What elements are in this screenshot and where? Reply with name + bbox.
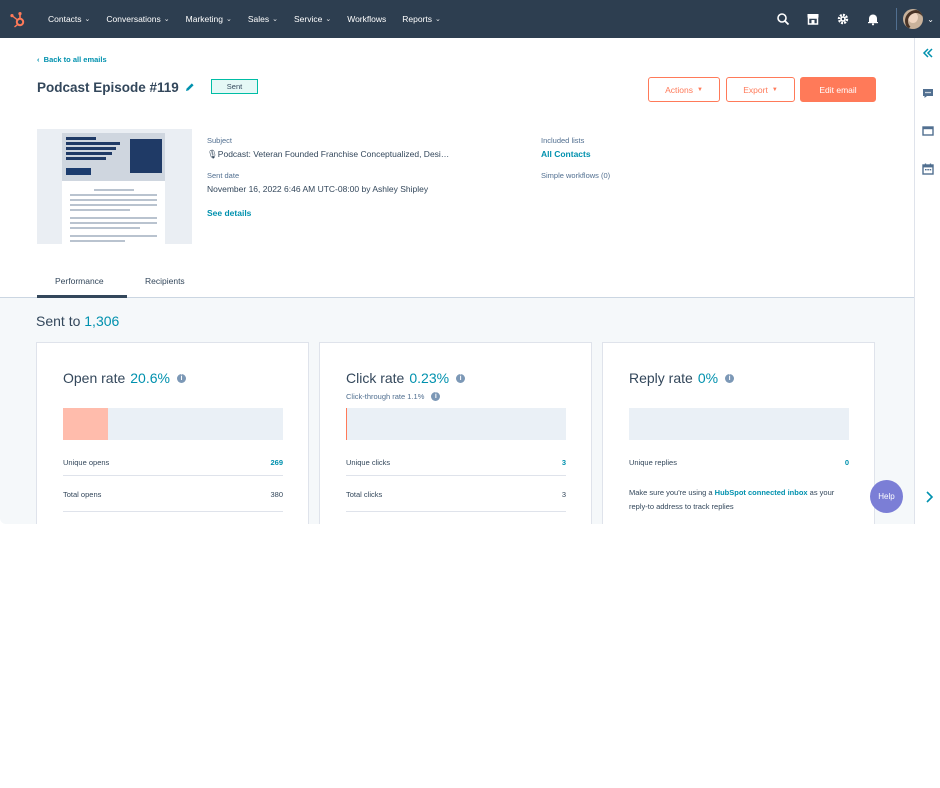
click-rate-value: 0.23% (409, 370, 450, 386)
email-preview-hero (62, 133, 165, 181)
nav-reports[interactable]: Reports ⌄ (402, 14, 441, 24)
nav-divider (896, 8, 898, 30)
chat-icon[interactable] (921, 86, 935, 100)
avatar[interactable] (903, 9, 924, 29)
top-navigation: Contacts ⌄ Conversations ⌄ Marketing ⌄ Sale… (0, 0, 940, 38)
subject-value: 🎙Podcast: Veteran Founded Franchise Conc… (207, 149, 450, 159)
nav-conversations[interactable]: Conversations ⌄ (106, 14, 169, 24)
unique-clicks-link[interactable]: 3 (562, 458, 566, 467)
chevron-down-icon: ⌄ (225, 16, 232, 23)
app-window: Contacts ⌄ Conversations ⌄ Marketing ⌄ Sale… (0, 0, 940, 524)
chevron-down-icon: ⌄ (435, 16, 441, 23)
caret-down-icon: ▼ (771, 86, 778, 93)
caret-down-icon: ▼ (696, 86, 703, 93)
chevron-right-icon[interactable] (924, 490, 934, 504)
right-sidebar-rail (914, 38, 940, 524)
total-opens-value: 380 (270, 489, 283, 499)
total-clicks-value: 3 (561, 489, 566, 499)
tab-recipients[interactable]: Recipients (145, 276, 185, 286)
hubspot-logo-icon[interactable] (9, 11, 27, 29)
nav-workflows[interactable]: Workflows (347, 14, 386, 24)
chevron-down-icon[interactable]: ⌄ (927, 15, 934, 24)
simple-workflows-label[interactable]: Simple workflows (0) (541, 171, 610, 180)
nav-links: Contacts ⌄ Conversations ⌄ Marketing ⌄ Sale… (40, 0, 449, 38)
total-clicks-row: Total clicks 3 (346, 489, 566, 499)
sent-to-count: 1,306 (84, 313, 120, 329)
sent-date-label: Sent date (207, 171, 240, 180)
hubspot-connected-inbox-link[interactable]: HubSpot connected inbox (715, 488, 808, 497)
click-rate-meter (346, 408, 566, 440)
chevron-down-icon: ⌄ (84, 16, 91, 23)
reply-tracking-note: Make sure you're using a HubSpot connect… (629, 488, 835, 511)
edit-email-button[interactable]: Edit email (800, 77, 876, 102)
all-contacts-link[interactable]: All Contacts (541, 149, 591, 159)
window-icon[interactable] (921, 124, 935, 138)
nav-service[interactable]: Service ⌄ (294, 14, 331, 24)
email-preview-thumbnail[interactable] (37, 129, 192, 244)
performance-panel: Sent to 1,306 Open rate 20.6% i Unique ope… (0, 298, 914, 524)
marketplace-icon[interactable] (806, 12, 820, 26)
row-divider (63, 511, 283, 512)
nav-marketing[interactable]: Marketing ⌄ (186, 14, 232, 24)
row-divider (346, 511, 566, 512)
unique-replies-link[interactable]: 0 (845, 458, 849, 467)
click-rate-title: Click rate 0.23% i (346, 370, 466, 386)
unique-opens-link[interactable]: 269 (270, 458, 283, 467)
chevron-down-icon: ⌄ (272, 16, 278, 23)
export-button[interactable]: Export ▼ (726, 77, 795, 102)
unique-replies-row: Unique replies 0 (629, 457, 849, 467)
open-rate-card: Open rate 20.6% i Unique opens 269 Total op… (36, 342, 309, 524)
page-title: Podcast Episode #119 (37, 80, 179, 95)
total-opens-row: Total opens 380 (63, 489, 283, 499)
search-icon[interactable] (776, 12, 790, 26)
email-preview-page (62, 133, 165, 244)
tab-performance[interactable]: Performance (55, 276, 104, 286)
double-chevron-left-icon[interactable] (921, 46, 935, 60)
open-rate-meter (63, 408, 283, 440)
back-to-all-emails-link[interactable]: ‹ Back to all emails (37, 55, 107, 64)
reply-rate-value: 0% (697, 370, 719, 386)
email-preview-body (70, 189, 157, 244)
info-icon[interactable]: i (176, 373, 186, 383)
nav-utility-icons: ⌄ (768, 0, 940, 38)
open-rate-meter-fill (63, 408, 109, 440)
status-badge: Sent (211, 79, 258, 94)
reply-rate-card: Reply rate 0% i Unique replies 0 Make sure … (602, 342, 875, 524)
nav-contacts[interactable]: Contacts ⌄ (48, 14, 90, 24)
open-rate-title: Open rate 20.6% i (63, 370, 186, 386)
info-icon[interactable]: i (431, 392, 441, 401)
click-rate-meter-fill (346, 408, 348, 440)
sent-date-value: November 16, 2022 6:46 AM UTC-08:00 by A… (207, 184, 429, 194)
settings-icon[interactable] (836, 12, 850, 26)
actions-button[interactable]: Actions ▼ (648, 77, 720, 102)
pencil-icon[interactable] (185, 82, 195, 92)
click-rate-card: Click rate 0.23% i Click-through rate 1.1%… (319, 342, 592, 524)
chevron-down-icon: ⌄ (325, 16, 332, 23)
info-icon[interactable]: i (456, 373, 466, 383)
included-lists-label: Included lists (541, 136, 585, 145)
calendar-icon[interactable] (921, 162, 935, 176)
subject-label: Subject (207, 136, 233, 145)
nav-sales[interactable]: Sales ⌄ (248, 14, 278, 24)
open-rate-value: 20.6% (130, 370, 170, 386)
notifications-icon[interactable] (866, 12, 880, 26)
click-through-rate: Click-through rate 1.1% i (346, 392, 441, 401)
main-content: ‹ Back to all emails Podcast Episode #11… (0, 38, 914, 524)
info-icon[interactable]: i (725, 373, 735, 383)
chevron-left-icon: ‹ (37, 55, 40, 64)
help-button[interactable]: Help (870, 480, 903, 513)
reply-rate-title: Reply rate 0% i (629, 370, 735, 386)
reply-rate-meter (629, 408, 849, 440)
see-details-link[interactable]: See details (207, 208, 251, 218)
chevron-down-icon: ⌄ (163, 16, 170, 23)
sent-to-summary: Sent to 1,306 (36, 313, 120, 329)
